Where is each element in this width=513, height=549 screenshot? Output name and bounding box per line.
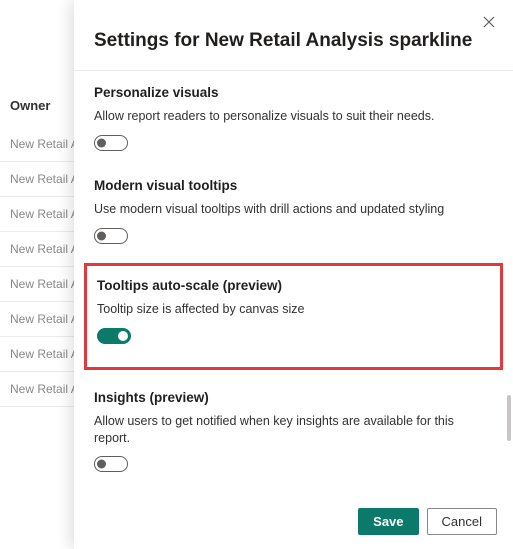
column-header-owner: Owner	[0, 90, 80, 127]
cancel-button[interactable]: Cancel	[427, 508, 497, 535]
section-modern-tooltips: Modern visual tooltips Use modern visual…	[94, 164, 493, 257]
scrollbar-thumb[interactable]	[507, 395, 511, 441]
close-button[interactable]	[479, 12, 499, 32]
table-row: New Retail Ana	[0, 232, 80, 267]
section-tooltips-autoscale: Tooltips auto-scale (preview) Tooltip si…	[97, 278, 490, 357]
panel-title: Settings for New Retail Analysis sparkli…	[94, 14, 493, 52]
highlight-annotation: Tooltips auto-scale (preview) Tooltip si…	[84, 263, 503, 370]
insights-toggle[interactable]	[94, 456, 128, 472]
panel-header: Settings for New Retail Analysis sparkli…	[74, 0, 513, 70]
table-row: New Retail Ana	[0, 372, 80, 407]
table-row: New Retail Ana	[0, 127, 80, 162]
settings-panel: Settings for New Retail Analysis sparkli…	[74, 0, 513, 549]
section-insights: Insights (preview) Allow users to get no…	[94, 376, 493, 486]
section-title: Modern visual tooltips	[94, 178, 493, 193]
section-title: Insights (preview)	[94, 390, 493, 405]
section-title: Tooltips auto-scale (preview)	[97, 278, 490, 293]
close-icon	[483, 16, 495, 28]
modern-tooltips-toggle[interactable]	[94, 228, 128, 244]
table-row: New Retail Ana	[0, 197, 80, 232]
section-description: Tooltip size is affected by canvas size	[97, 301, 490, 318]
section-description: Allow users to get notified when key ins…	[94, 413, 493, 447]
personalize-visuals-toggle[interactable]	[94, 135, 128, 151]
section-description: Allow report readers to personalize visu…	[94, 108, 493, 125]
background-owner-column: Owner New Retail Ana New Retail Ana New …	[0, 90, 80, 407]
panel-footer: Save Cancel	[74, 498, 513, 549]
table-row: New Retail Ana	[0, 337, 80, 372]
table-row: New Retail Ana	[0, 162, 80, 197]
section-title: Personalize visuals	[94, 85, 493, 100]
panel-body: Personalize visuals Allow report readers…	[74, 70, 513, 498]
section-default-summarizations: Default summarizations For aggregated fi…	[94, 485, 493, 498]
save-button[interactable]: Save	[358, 508, 418, 535]
tooltips-autoscale-toggle[interactable]	[97, 328, 131, 344]
section-description: Use modern visual tooltips with drill ac…	[94, 201, 493, 218]
table-row: New Retail Ana	[0, 302, 80, 337]
section-personalize-visuals: Personalize visuals Allow report readers…	[94, 71, 493, 164]
table-row: New Retail Ana	[0, 267, 80, 302]
